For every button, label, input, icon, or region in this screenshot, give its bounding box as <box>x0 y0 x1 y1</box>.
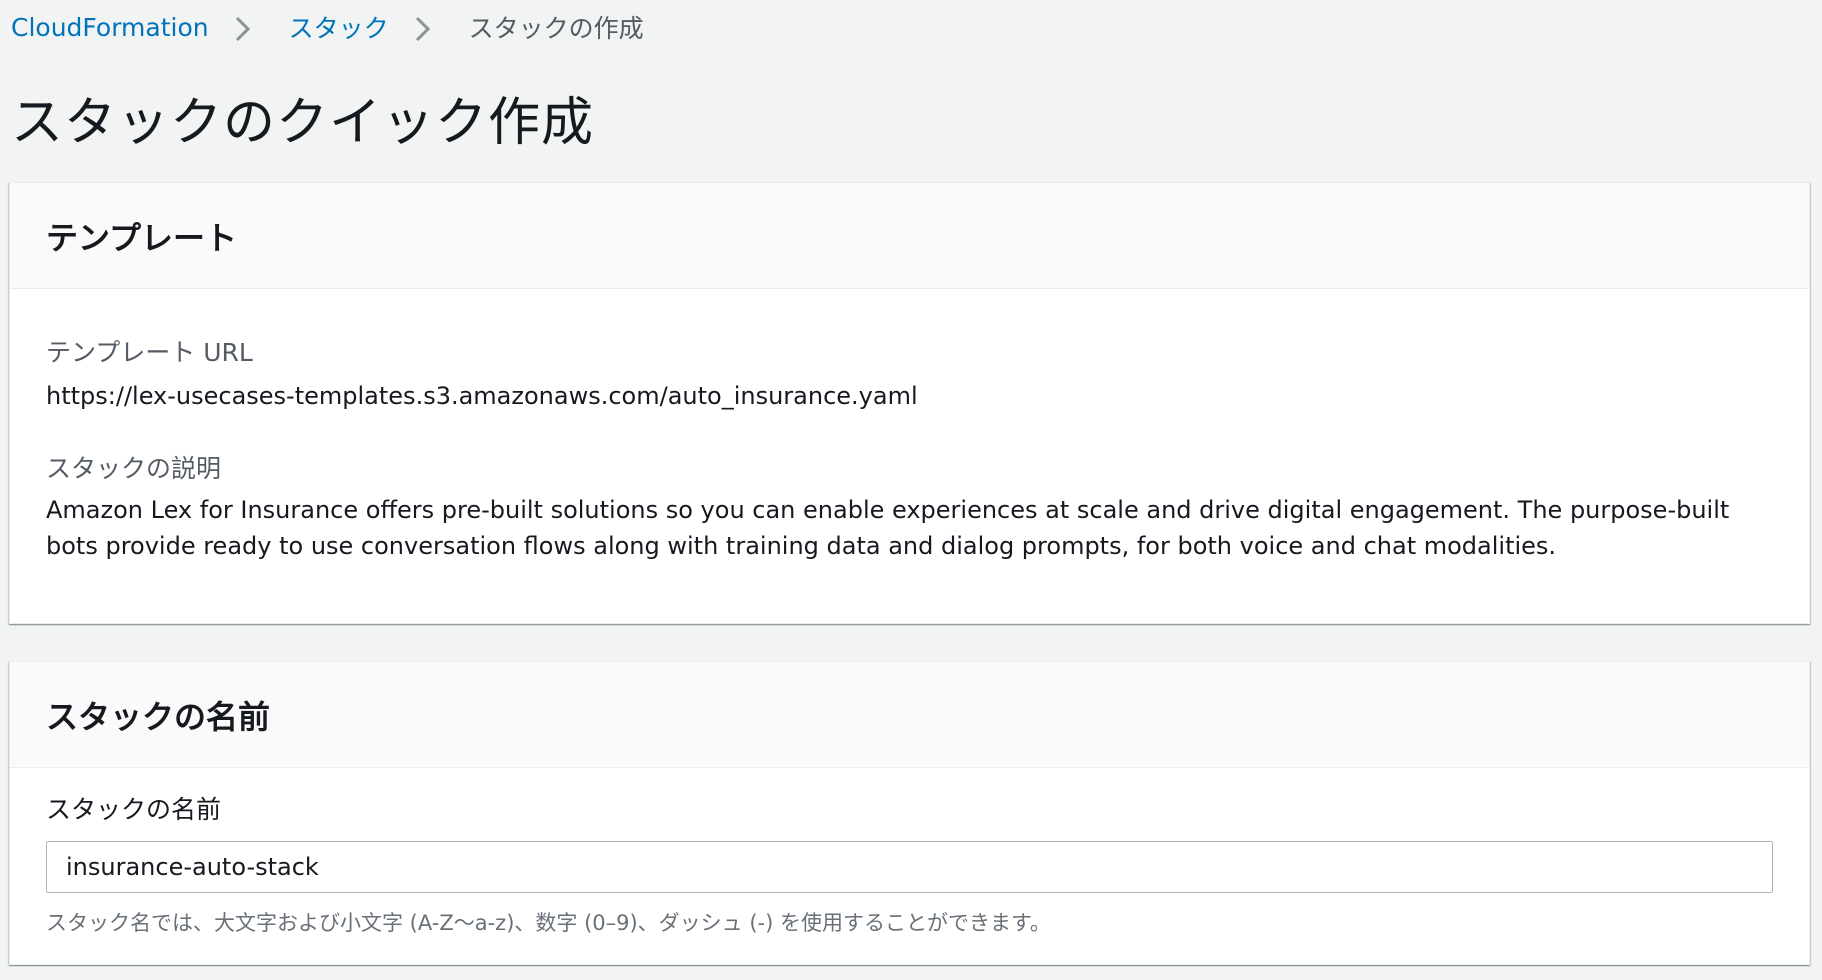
chevron-right-icon <box>403 12 447 42</box>
breadcrumb: CloudFormation スタック スタックの作成 <box>11 8 644 46</box>
breadcrumb-current: スタックの作成 <box>468 14 644 43</box>
stack-description-value: Amazon Lex for Insurance offers pre-buil… <box>46 496 1730 560</box>
template-heading: テンプレート <box>46 218 238 257</box>
template-panel: テンプレート テンプレート URL https://lex-usecases-t… <box>9 182 1810 624</box>
stack-name-panel-header: スタックの名前 <box>10 662 1809 768</box>
stack-description-label: スタックの説明 <box>46 454 222 483</box>
template-url-value: https://lex-usecases-templates.s3.amazon… <box>46 382 918 410</box>
page-title: スタックのクイック作成 <box>11 93 595 153</box>
stack-name-heading: スタックの名前 <box>46 697 271 736</box>
stack-name-panel: スタックの名前 スタックの名前 スタック名では、大文字および小文字 (A-Z〜a… <box>9 661 1810 965</box>
breadcrumb-cloudformation-link[interactable]: CloudFormation <box>11 13 209 42</box>
template-url-label: テンプレート URL <box>46 338 253 367</box>
breadcrumb-stacks-link[interactable]: スタック <box>289 9 389 45</box>
stack-name-constraint: スタック名では、大文字および小文字 (A-Z〜a-z)、数字 (0–9)、ダッシ… <box>46 911 1051 935</box>
stack-name-input[interactable] <box>46 841 1773 893</box>
template-panel-header: テンプレート <box>10 183 1809 289</box>
stack-name-field-label: スタックの名前 <box>46 795 222 824</box>
chevron-right-icon <box>223 12 267 42</box>
